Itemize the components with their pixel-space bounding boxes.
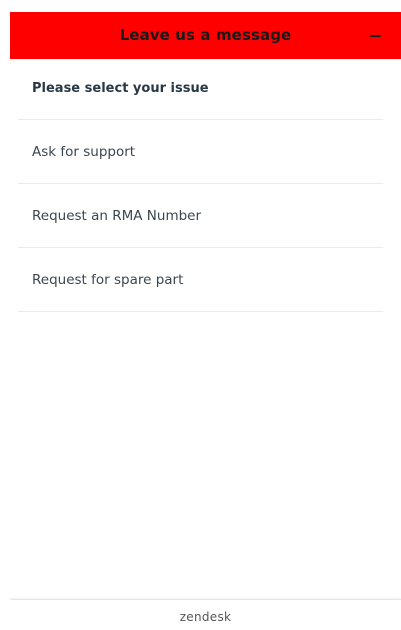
- widget-title: Leave us a message: [119, 26, 292, 44]
- issue-list: Please select your issue Ask for support…: [18, 59, 383, 312]
- zendesk-brand-link[interactable]: zendesk: [10, 600, 401, 630]
- widget-header: Leave us a message: [10, 12, 401, 59]
- widget-footer: zendesk: [10, 599, 401, 630]
- issue-item-request-rma-number[interactable]: Request an RMA Number: [18, 184, 383, 248]
- minus-icon: [370, 35, 381, 37]
- minimize-button[interactable]: [365, 25, 387, 47]
- message-widget: Leave us a message Please select your is…: [10, 12, 401, 630]
- issue-list-heading: Please select your issue: [18, 59, 383, 120]
- issue-item-ask-for-support[interactable]: Ask for support: [18, 120, 383, 184]
- issue-item-request-spare-part[interactable]: Request for spare part: [18, 248, 383, 312]
